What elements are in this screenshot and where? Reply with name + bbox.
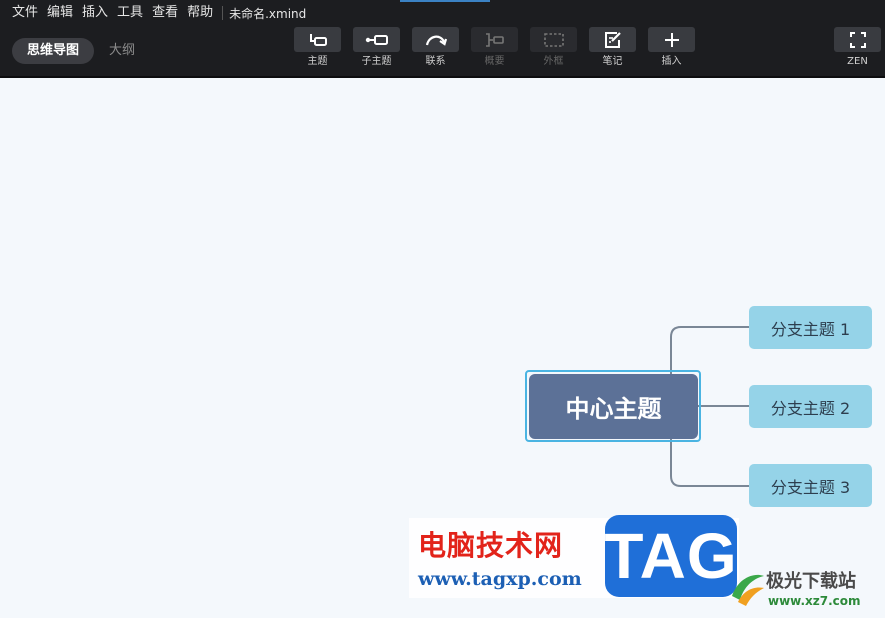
aurora-logo-icon — [732, 574, 764, 606]
branch-topic-3[interactable]: 分支主题 3 — [749, 464, 872, 507]
branch-topic-2[interactable]: 分支主题 2 — [749, 385, 872, 428]
branch-topic-1[interactable]: 分支主题 1 — [749, 306, 872, 349]
watermark-tag-logo: TAG — [604, 515, 737, 597]
watermark-site2-url: www.xz7.com — [768, 594, 861, 608]
watermark-site-url: www.tagxp.com — [418, 568, 582, 590]
watermark-site-name: 电脑技术网 — [418, 529, 564, 562]
watermark-site2-name: 极光下载站 — [766, 571, 856, 592]
central-topic[interactable]: 中心主题 — [529, 374, 698, 439]
